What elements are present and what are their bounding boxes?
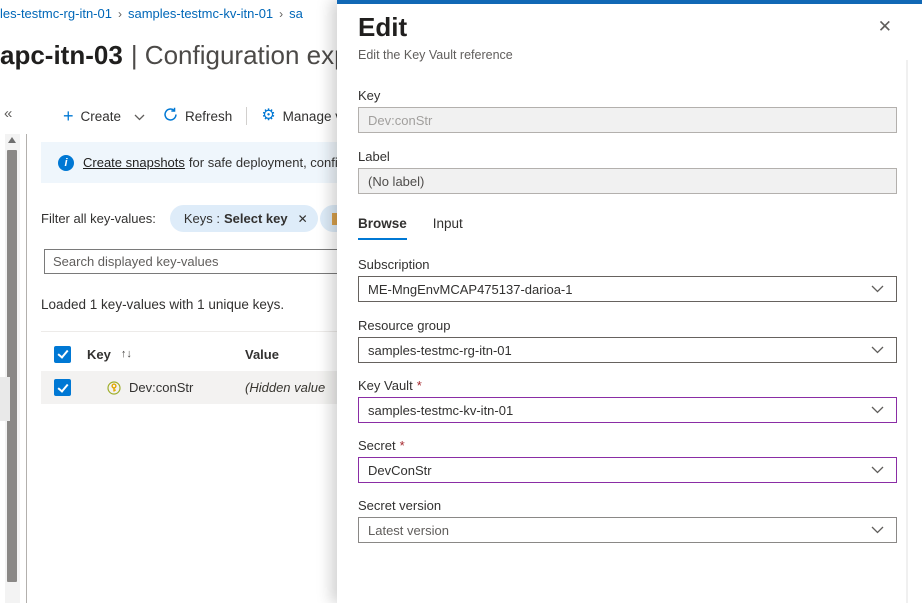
- azure-portal-screen: les-testmc-rg-itn-01 › samples-testmc-kv-i…: [0, 0, 922, 603]
- configuration-explorer-blade: les-testmc-rg-itn-01 › samples-testmc-kv-i…: [0, 0, 337, 603]
- sort-icon[interactable]: ↑↓: [121, 348, 132, 360]
- manage-views-button[interactable]: ⚙ Manage vi: [261, 108, 337, 124]
- chevron-down-icon: [871, 346, 884, 354]
- search-input[interactable]: [44, 249, 337, 274]
- panel-accent-bar: [337, 0, 922, 4]
- row-value-text: (Hidden value: [245, 380, 325, 395]
- refresh-label: Refresh: [185, 109, 232, 124]
- close-icon[interactable]: ✕: [878, 18, 892, 35]
- required-asterisk: *: [417, 378, 422, 393]
- select-all-checkbox[interactable]: [54, 346, 71, 363]
- create-button[interactable]: + Create: [63, 107, 145, 125]
- label-field-label: Label: [358, 149, 390, 164]
- tab-browse[interactable]: Browse: [358, 216, 407, 240]
- pill-prefix: Keys :: [184, 211, 220, 226]
- secret-value: DevConStr: [368, 463, 432, 478]
- manage-views-label: Manage vi: [283, 109, 337, 124]
- command-bar: + Create Refresh ⚙ Manage vi: [63, 103, 337, 129]
- breadcrumb-separator: ›: [279, 7, 283, 21]
- loaded-status-text: Loaded 1 key-values with 1 unique keys.: [41, 297, 284, 312]
- page-title: apc-itn-03 | Configuration explo: [0, 40, 337, 71]
- breadcrumb-current[interactable]: sa: [289, 6, 303, 21]
- blade-name: | Configuration explo: [131, 40, 337, 70]
- side-panel-peek: [0, 377, 10, 421]
- required-asterisk: *: [400, 438, 405, 453]
- resource-group-label: Resource group: [358, 318, 451, 333]
- snapshots-info-banner: i Create snapshots for safe deployment, …: [41, 142, 337, 183]
- pill-value: Select key: [224, 211, 288, 226]
- vertical-scrollbar[interactable]: [5, 134, 20, 603]
- secret-dropdown[interactable]: DevConStr: [358, 457, 897, 483]
- refresh-icon: [163, 107, 178, 125]
- panel-subtitle: Edit the Key Vault reference: [358, 48, 513, 62]
- key-vault-reference-icon: [107, 381, 121, 395]
- panel-tabs: Browse Input: [358, 216, 463, 240]
- key-vault-label: Key Vault*: [358, 378, 422, 393]
- row-key-text[interactable]: Dev:conStr: [129, 380, 193, 395]
- refresh-button[interactable]: Refresh: [163, 107, 232, 125]
- create-label: Create: [81, 109, 122, 124]
- chevron-down-icon: [134, 109, 145, 124]
- subscription-label: Subscription: [358, 257, 430, 272]
- chevron-down-icon: [871, 285, 884, 293]
- key-field: Dev:conStr: [358, 107, 897, 133]
- edit-key-vault-reference-panel: Edit Edit the Key Vault reference ✕ Key …: [337, 0, 922, 603]
- toolbar-divider: [246, 107, 247, 125]
- gear-icon: ⚙: [261, 108, 275, 124]
- resource-group-dropdown[interactable]: samples-testmc-rg-itn-01: [358, 337, 897, 363]
- key-vault-dropdown[interactable]: samples-testmc-kv-itn-01: [358, 397, 897, 423]
- secret-label: Secret*: [358, 438, 405, 453]
- secret-version-value: Latest version: [368, 523, 449, 538]
- plus-icon: +: [63, 107, 74, 125]
- breadcrumb-separator: ›: [118, 7, 122, 21]
- chevron-down-icon: [871, 406, 884, 414]
- key-value-row[interactable]: Dev:conStr (Hidden value: [41, 371, 337, 404]
- info-icon: i: [58, 155, 74, 171]
- labels-filter-pill-partial[interactable]: [320, 205, 337, 232]
- panel-title: Edit: [358, 12, 407, 43]
- filter-row: Filter all key-values: Keys : Select key…: [41, 205, 318, 232]
- secret-version-dropdown[interactable]: Latest version: [358, 517, 897, 543]
- key-vault-value: samples-testmc-kv-itn-01: [368, 403, 513, 418]
- secret-version-label: Secret version: [358, 498, 441, 513]
- collapse-menu-icon[interactable]: «: [4, 105, 12, 122]
- panel-scroll-track: [906, 60, 908, 603]
- breadcrumb-resource-group[interactable]: les-testmc-rg-itn-01: [0, 6, 112, 21]
- subscription-dropdown[interactable]: ME-MngEnvMCAP475137-darioa-1: [358, 276, 897, 302]
- resource-name: apc-itn-03: [0, 40, 123, 70]
- keys-filter-pill[interactable]: Keys : Select key ✕: [170, 205, 318, 232]
- label-field: (No label): [358, 168, 897, 194]
- scroll-up-arrow-icon[interactable]: [8, 137, 16, 143]
- row-checkbox[interactable]: [54, 379, 71, 396]
- breadcrumb: les-testmc-rg-itn-01 › samples-testmc-kv-i…: [0, 6, 337, 21]
- banner-text: for safe deployment, configu: [189, 155, 337, 170]
- table-top-border: [41, 331, 337, 332]
- chevron-down-icon: [871, 526, 884, 534]
- key-column-header[interactable]: Key: [87, 347, 111, 362]
- chevron-down-icon: [871, 466, 884, 474]
- create-snapshots-link[interactable]: Create snapshots: [83, 155, 185, 170]
- scrollbar-thumb[interactable]: [7, 150, 17, 582]
- breadcrumb-key-vault[interactable]: samples-testmc-kv-itn-01: [128, 6, 273, 21]
- tab-input[interactable]: Input: [433, 216, 463, 240]
- resource-group-value: samples-testmc-rg-itn-01: [368, 343, 512, 358]
- key-field-label: Key: [358, 88, 380, 103]
- table-header-row: Key ↑↓ Value: [41, 340, 337, 368]
- blade-left-border: [26, 134, 27, 603]
- subscription-value: ME-MngEnvMCAP475137-darioa-1: [368, 282, 572, 297]
- remove-filter-icon[interactable]: ✕: [298, 212, 308, 226]
- value-column-header: Value: [245, 347, 279, 362]
- filter-label: Filter all key-values:: [41, 211, 156, 226]
